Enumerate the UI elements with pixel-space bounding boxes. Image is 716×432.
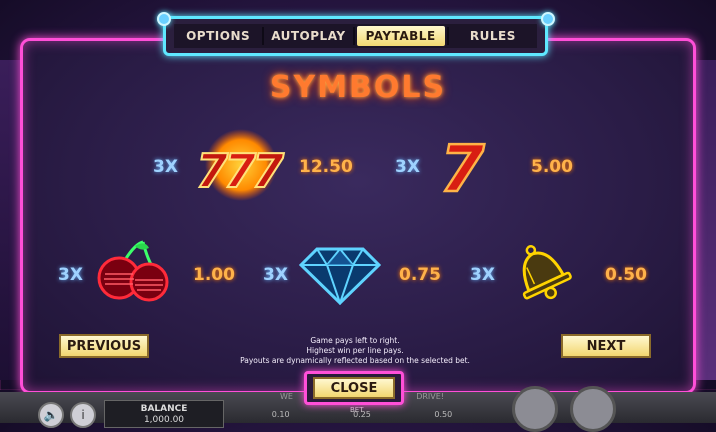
autoplay-icon[interactable] <box>570 386 616 432</box>
triple-seven-icon: 7 7 7 <box>192 127 290 211</box>
section-title: SYMBOLS <box>269 70 447 105</box>
symbol-payout: 0.50 <box>605 265 647 285</box>
balance-label: BALANCE <box>140 404 188 414</box>
ticker-left: WE <box>280 392 293 401</box>
balance-value: 1,000.00 <box>143 415 185 425</box>
diamond-icon <box>298 243 382 309</box>
info-icon[interactable]: i <box>70 402 96 428</box>
svg-text:7: 7 <box>252 144 284 198</box>
symbol-multiplier: 3X <box>470 265 495 285</box>
note-line: Highest win per line pays. <box>306 346 404 355</box>
symbol-payout: 0.75 <box>399 265 441 285</box>
tab-bar-left-knob <box>157 12 171 26</box>
symbol-payout: 1.00 <box>193 265 235 285</box>
symbol-payout: 5.00 <box>531 157 573 177</box>
bet-option[interactable]: 0.10 <box>272 410 290 419</box>
tab-bar: OPTIONS AUTOPLAY PAYTABLE RULES <box>163 16 548 56</box>
bet-selector: 0.10 0.25 0.50 <box>240 406 484 423</box>
next-button[interactable]: NEXT <box>561 334 651 358</box>
tab-bar-right-knob <box>541 12 555 26</box>
symbol-payout: 12.50 <box>299 157 353 177</box>
note-line: Payouts are dynamically reflected based … <box>240 356 470 365</box>
symbol-multiplier: 3X <box>153 157 178 177</box>
ticker-right: DRIVE! <box>416 392 444 401</box>
close-button-frame: CLOSE <box>304 371 404 405</box>
symbol-multiplier: 3X <box>263 265 288 285</box>
paytable-notes: Game pays left to right. Highest win per… <box>200 336 510 366</box>
tab-autoplay[interactable]: AUTOPLAY <box>264 24 352 48</box>
symbol-multiplier: 3X <box>58 265 83 285</box>
sound-icon[interactable]: 🔈 <box>38 402 64 428</box>
tab-divider <box>352 27 355 45</box>
bet-option[interactable]: 0.50 <box>434 410 452 419</box>
svg-text:7: 7 <box>440 133 485 199</box>
note-line: Game pays left to right. <box>310 336 400 345</box>
tab-paytable[interactable]: PAYTABLE <box>356 26 445 46</box>
balance-box: BALANCE 1,000.00 <box>104 400 224 428</box>
cherry-icon <box>95 240 173 306</box>
previous-button[interactable]: PREVIOUS <box>59 334 149 358</box>
bell-icon <box>508 240 574 308</box>
bet-option[interactable]: 0.25 <box>353 410 371 419</box>
tab-options[interactable]: OPTIONS <box>174 24 262 48</box>
tab-rules[interactable]: RULES <box>449 24 537 48</box>
symbol-multiplier: 3X <box>395 157 420 177</box>
close-button[interactable]: CLOSE <box>313 377 395 399</box>
seven-icon: 7 <box>434 132 500 209</box>
spin-button[interactable] <box>512 386 558 432</box>
